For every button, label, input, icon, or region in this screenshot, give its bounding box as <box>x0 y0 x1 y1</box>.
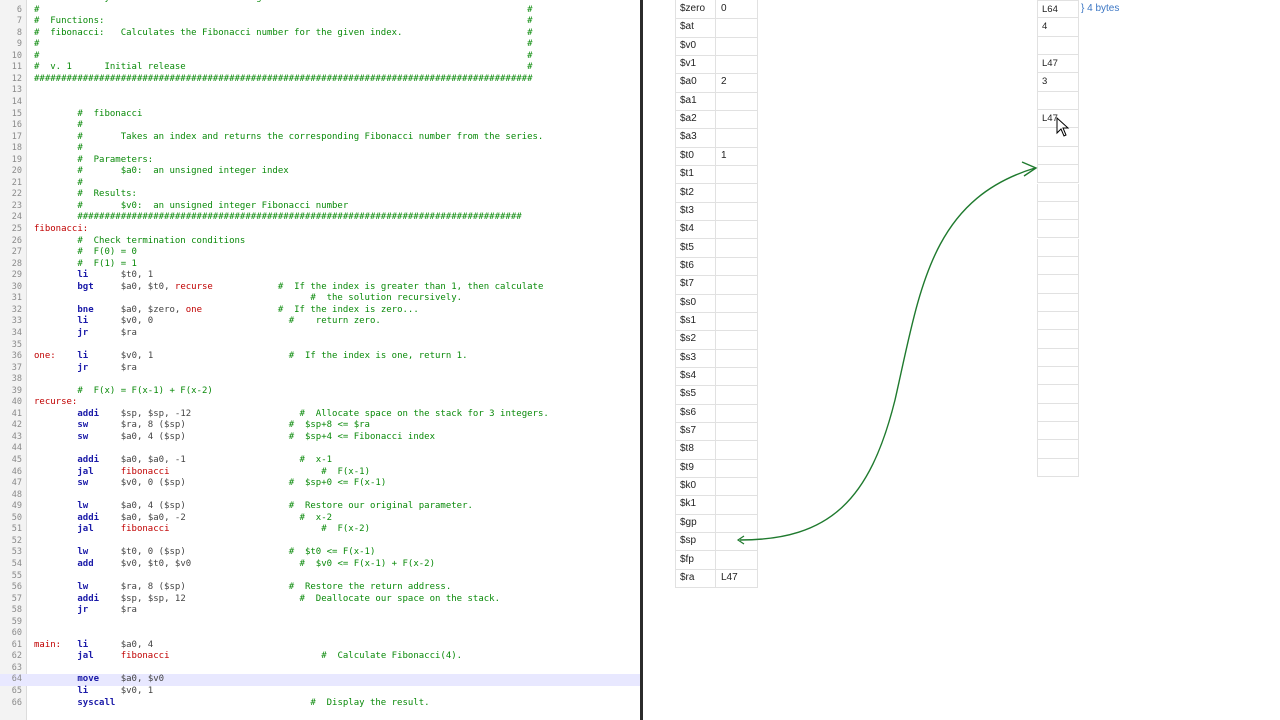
sp-arrow-head <box>1021 161 1038 177</box>
sp-pointer-arrow <box>739 167 1036 541</box>
mouse-pointer-icon <box>1056 116 1070 137</box>
annotation-layer <box>736 116 1070 545</box>
